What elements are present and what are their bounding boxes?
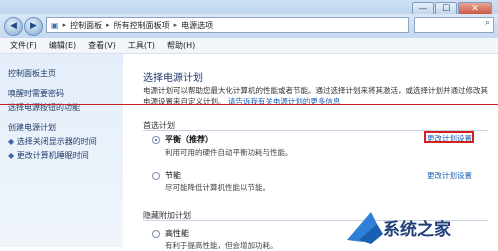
- menu-file[interactable]: 文件(F): [10, 40, 37, 51]
- change-plan-settings-power-saver[interactable]: 更改计划设置: [427, 170, 472, 181]
- search-icon: ⌕: [484, 18, 490, 28]
- breadcrumb-separator: ▸: [62, 21, 67, 29]
- sidebar-item-sleep-time[interactable]: ◆ 更改计算机睡眠时间: [8, 150, 89, 161]
- breadcrumb-separator: ▸: [106, 21, 110, 29]
- menu-view[interactable]: 查看(V): [88, 40, 116, 51]
- folder-icon: ▣: [51, 20, 59, 30]
- sidebar-item-wake-password[interactable]: 唤醒时需要密码: [8, 88, 64, 99]
- page-title: 选择电源计划: [143, 73, 203, 84]
- menu-edit[interactable]: 编辑(E): [49, 40, 76, 51]
- plan-name-power-saver: 节能: [165, 171, 181, 180]
- breadcrumb-control-panel[interactable]: 控制面板: [70, 20, 102, 31]
- red-annotation-line: [0, 104, 498, 105]
- watermark-text: 系统之家: [383, 219, 451, 240]
- forward-button[interactable]: ▶: [24, 17, 43, 36]
- plan-name-high-performance: 高性能: [165, 229, 189, 238]
- menu-bar: 文件(F) 编辑(E) 查看(V) 工具(T) 帮助(H): [0, 38, 498, 54]
- sidebar-item-label: 更改计算机睡眠时间: [16, 151, 89, 160]
- radio-balanced[interactable]: [152, 136, 160, 144]
- radio-high-performance[interactable]: [152, 230, 160, 238]
- plan-desc-high-performance: 有利于提高性能，但会增加功耗。: [165, 241, 278, 250]
- sidebar-item-display-off[interactable]: ◆ 选择关闭显示器的时间: [8, 136, 97, 147]
- plan-desc-power-saver: 尽可能降低计算机性能以节能。: [165, 183, 270, 192]
- highlight-box: [424, 131, 474, 143]
- menu-help[interactable]: 帮助(H): [167, 40, 195, 51]
- radio-power-saver[interactable]: [152, 172, 160, 180]
- back-button[interactable]: ◀: [4, 17, 23, 36]
- menu-tools[interactable]: 工具(T): [128, 40, 155, 51]
- breadcrumb-power-options[interactable]: 电源选项: [181, 20, 213, 31]
- sidebar: 控制面板主页 唤醒时需要密码 选择电源按钮的功能 创建电源计划 ◆ 选择关闭显示…: [0, 54, 123, 247]
- sidebar-item-create-plan[interactable]: 创建电源计划: [8, 122, 56, 133]
- breadcrumb-all-items[interactable]: 所有控制面板项: [114, 20, 170, 31]
- address-bar[interactable]: ▣ ▸ 控制面板 ▸ 所有控制面板项 ▸ 电源选项: [46, 17, 409, 33]
- address-row: ◀ ▶ ▣ ▸ 控制面板 ▸ 所有控制面板项 ▸ 电源选项 ⌕: [0, 14, 498, 38]
- breadcrumb-separator: ▸: [173, 21, 178, 29]
- plan-desc-balanced: 利用可用的硬件自动平衡功耗与性能。: [165, 148, 293, 157]
- description-text: 电源计划可以帮助您最大化计算机的性能或者节能。通过选择计划来将其激活，或选择计划…: [143, 86, 488, 95]
- shield-icon: ◆: [8, 151, 15, 160]
- sidebar-item-home[interactable]: 控制面板主页: [8, 68, 56, 79]
- sidebar-item-label: 选择关闭显示器的时间: [16, 137, 97, 146]
- watermark-logo: 系统之家: [347, 212, 451, 244]
- search-input[interactable]: ⌕: [414, 17, 494, 33]
- shield-icon: ◆: [8, 137, 15, 146]
- plan-name-balanced: 平衡（推荐）: [165, 135, 213, 144]
